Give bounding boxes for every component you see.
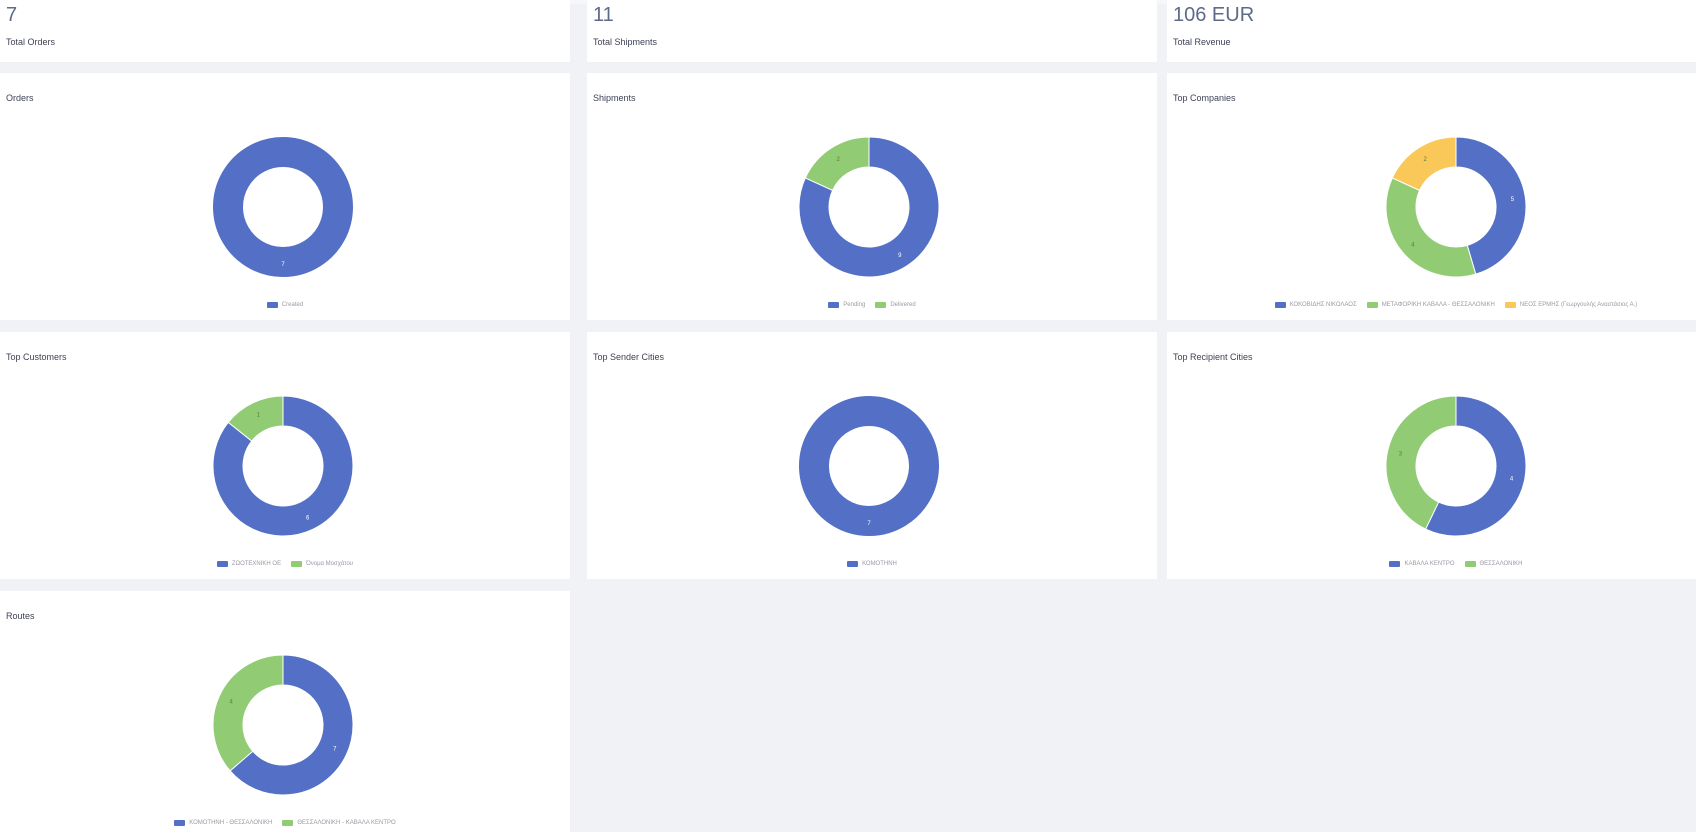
- legend-item[interactable]: ΝΕΟΣ ΕΡΜΗΣ (Γεωργουλής Αναστάσιος Α.): [1504, 302, 1638, 308]
- legend-item[interactable]: ΘΕΣΣΑΛΟΝΙΚΗ: [1464, 561, 1523, 567]
- donut-slice[interactable]: [804, 136, 870, 192]
- donut-slice[interactable]: [799, 396, 939, 536]
- legend-swatch: [828, 302, 840, 308]
- total-orders-label: Total Orders: [6, 37, 56, 47]
- legend-label: ΘΕΣΣΑΛΟΝΙΚΗ - ΚΑΒΑΛΑ ΚΕΝΤΡΟ: [297, 820, 396, 826]
- shipments-chart-card: Shipments 9 2 Pending Delivered: [587, 73, 1157, 320]
- legend-swatch: [1366, 302, 1378, 308]
- donut-chart: 43: [1385, 395, 1527, 537]
- donut-chart: 61: [212, 395, 354, 537]
- legend-label: ΚΑΒΑΛΑ ΚΕΝΤΡΟ: [1404, 561, 1455, 567]
- top-companies-chart-card: Top Companies 5 4 2 ΚΟΚΟΒΙΔΗΣ ΝΙΚΟΛΑΟΣ ΜΕΤΑΦ…: [1167, 73, 1696, 320]
- top-sender-cities-chart-card: Top Sender Cities 7 ΚΟΜΟΤΗΝΗ: [587, 332, 1157, 579]
- total-shipments-card: 11 Total Shipments: [587, 0, 1157, 62]
- chart-legend: ΚΑΒΑΛΑ ΚΕΝΤΡΟ ΘΕΣΣΑΛΟΝΙΚΗ: [1167, 561, 1696, 567]
- orders-chart-card: Orders 7 Created: [0, 73, 570, 320]
- legend-label: Όνομα Μοσχάτου: [306, 561, 354, 567]
- legend-item[interactable]: ΚΟΜΟΤΗΝΗ - ΘΕΣΣΑΛΟΝΙΚΗ: [174, 820, 272, 826]
- legend-item[interactable]: ΖΩΟΤΕΧΝΙΚΗ ΟΕ: [216, 561, 282, 567]
- top-recipient-cities-chart-card: Top Recipient Cities 4 3 ΚΑΒΑΛΑ ΚΕΝΤΡΟ ΘΕΣΣ…: [1167, 332, 1696, 579]
- chart-legend: ΖΩΟΤΕΧΝΙΚΗ ΟΕ Όνομα Μοσχάτου: [0, 561, 570, 567]
- legend-label: ΝΕΟΣ ΕΡΜΗΣ (Γεωργουλής Αναστάσιος Α.): [1519, 302, 1638, 308]
- legend-swatch: [847, 561, 859, 567]
- legend-item[interactable]: ΚΑΒΑΛΑ ΚΕΝΤΡΟ: [1389, 561, 1455, 567]
- legend-label: Delivered: [890, 302, 916, 308]
- total-shipments-value: 11: [593, 4, 614, 26]
- legend-swatch: [266, 302, 278, 308]
- chart-legend: Pending Delivered: [587, 302, 1157, 308]
- legend-item[interactable]: Pending: [828, 302, 865, 308]
- top-customers-chart-card: Top Customers 6 1 ΖΩΟΤΕΧΝΙΚΗ ΟΕ Όνομα Μοσχά…: [0, 332, 570, 579]
- total-revenue-card: 106 EUR Total Revenue: [1167, 0, 1696, 62]
- legend-swatch: [174, 820, 186, 826]
- legend-item[interactable]: ΚΟΚΟΒΙΔΗΣ ΝΙΚΟΛΑΟΣ: [1274, 302, 1357, 308]
- total-orders-value: 7: [6, 4, 18, 26]
- routes-chart-card: Routes 7 4 ΚΟΜΟΤΗΝΗ - ΘΕΣΣΑΛΟΝΙΚΗ ΘΕΣΣΑΛΟΝΙ…: [0, 591, 570, 832]
- legend-label: ΘΕΣΣΑΛΟΝΙΚΗ: [1479, 561, 1523, 567]
- legend-swatch: [875, 302, 887, 308]
- legend-swatch: [1464, 561, 1476, 567]
- donut-chart: 7: [799, 396, 939, 536]
- legend-item[interactable]: Delivered: [875, 302, 916, 308]
- donut-chart: 92: [798, 136, 940, 278]
- donut-chart: 74: [212, 654, 354, 796]
- chart-legend: ΚΟΜΟΤΗΝΗ - ΘΕΣΣΑΛΟΝΙΚΗ ΘΕΣΣΑΛΟΝΙΚΗ - ΚΑΒΑ…: [0, 820, 570, 826]
- legend-swatch: [216, 561, 228, 567]
- donut-slice[interactable]: [212, 654, 284, 772]
- legend-item[interactable]: ΘΕΣΣΑΛΟΝΙΚΗ - ΚΑΒΑΛΑ ΚΕΝΤΡΟ: [282, 820, 396, 826]
- legend-item[interactable]: ΚΟΜΟΤΗΝΗ: [847, 561, 897, 567]
- legend-label: ΚΟΚΟΒΙΔΗΣ ΝΙΚΟΛΑΟΣ: [1289, 302, 1357, 308]
- total-shipments-label: Total Shipments: [593, 37, 658, 47]
- legend-swatch: [1504, 302, 1516, 308]
- legend-swatch: [1274, 302, 1286, 308]
- total-revenue-label: Total Revenue: [1173, 37, 1231, 47]
- donut-slice[interactable]: [213, 137, 353, 277]
- legend-swatch: [282, 820, 294, 826]
- legend-swatch: [1389, 561, 1401, 567]
- legend-label: ΖΩΟΤΕΧΝΙΚΗ ΟΕ: [231, 561, 282, 567]
- chart-legend: Created: [0, 302, 570, 308]
- chart-legend: ΚΟΜΟΤΗΝΗ: [587, 561, 1157, 567]
- donut-slice[interactable]: [1391, 136, 1457, 192]
- donut-slice[interactable]: [1385, 177, 1477, 278]
- legend-label: ΚΟΜΟΤΗΝΗ - ΘΕΣΣΑΛΟΝΙΚΗ: [189, 820, 273, 826]
- total-orders-card: 7 Total Orders: [0, 0, 570, 62]
- legend-label: Pending: [843, 302, 866, 308]
- legend-swatch: [291, 561, 303, 567]
- legend-label: ΚΟΜΟΤΗΝΗ: [862, 561, 897, 567]
- legend-label: ΜΕΤΑΦΟΡΙΚΗ ΚΑΒΑΛΑ - ΘΕΣΣΑΛΟΝΙΚΗ: [1381, 302, 1495, 308]
- chart-legend: ΚΟΚΟΒΙΔΗΣ ΝΙΚΟΛΑΟΣ ΜΕΤΑΦΟΡΙΚΗ ΚΑΒΑΛΑ - ΘΕ…: [1167, 302, 1696, 308]
- legend-item[interactable]: ΜΕΤΑΦΟΡΙΚΗ ΚΑΒΑΛΑ - ΘΕΣΣΑΛΟΝΙΚΗ: [1366, 302, 1495, 308]
- donut-chart: 7: [213, 137, 353, 277]
- legend-item[interactable]: Created: [266, 302, 304, 308]
- legend-item[interactable]: Όνομα Μοσχάτου: [291, 561, 353, 567]
- legend-label: Created: [281, 302, 304, 308]
- total-revenue-value: 106 EUR: [1173, 4, 1255, 26]
- donut-chart: 542: [1385, 136, 1527, 278]
